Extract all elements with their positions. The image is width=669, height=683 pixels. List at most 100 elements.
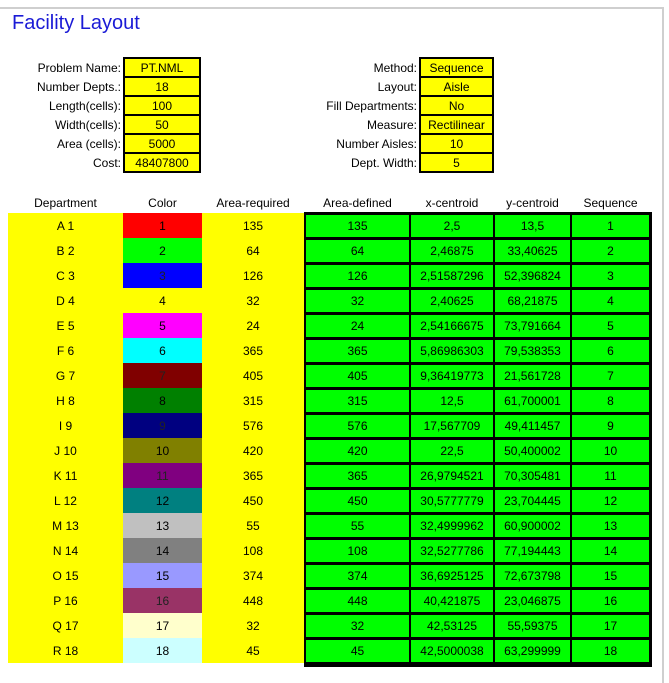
department-cell[interactable]: L 12	[8, 488, 123, 513]
sequence-cell[interactable]: 6	[572, 340, 649, 362]
department-cell[interactable]: J 10	[8, 438, 123, 463]
area-required-cell[interactable]: 55	[202, 513, 304, 538]
department-cell[interactable]: P 16	[8, 588, 123, 613]
area-defined-cell[interactable]: 135	[306, 215, 409, 237]
x-centroid-cell[interactable]: 42,5000038	[411, 640, 493, 662]
area-required-cell[interactable]: 420	[202, 438, 304, 463]
color-cell[interactable]: 13	[123, 513, 202, 538]
x-centroid-cell[interactable]: 5,86986303	[411, 340, 493, 362]
x-centroid-cell[interactable]: 32,4999962	[411, 515, 493, 537]
x-centroid-cell[interactable]: 9,36419773	[411, 365, 493, 387]
area-defined-cell[interactable]: 405	[306, 365, 409, 387]
area-defined-cell[interactable]: 32	[306, 290, 409, 312]
y-centroid-cell[interactable]: 60,900002	[495, 515, 570, 537]
sequence-cell[interactable]: 18	[572, 640, 649, 662]
y-centroid-cell[interactable]: 61,700001	[495, 390, 570, 412]
color-cell[interactable]: 3	[123, 263, 202, 288]
x-centroid-cell[interactable]: 40,421875	[411, 590, 493, 612]
y-centroid-cell[interactable]: 70,305481	[495, 465, 570, 487]
area-defined-cell[interactable]: 126	[306, 265, 409, 287]
y-centroid-cell[interactable]: 33,40625	[495, 240, 570, 262]
number-depts-input[interactable]: 18	[125, 78, 199, 95]
sequence-cell[interactable]: 14	[572, 540, 649, 562]
y-centroid-cell[interactable]: 77,194443	[495, 540, 570, 562]
area-defined-cell[interactable]: 315	[306, 390, 409, 412]
x-centroid-cell[interactable]: 2,54166675	[411, 315, 493, 337]
y-centroid-cell[interactable]: 55,59375	[495, 615, 570, 637]
color-cell[interactable]: 1	[123, 213, 202, 238]
area-defined-cell[interactable]: 55	[306, 515, 409, 537]
color-cell[interactable]: 11	[123, 463, 202, 488]
sequence-cell[interactable]: 1	[572, 215, 649, 237]
color-cell[interactable]: 18	[123, 638, 202, 663]
x-centroid-cell[interactable]: 42,53125	[411, 615, 493, 637]
area-defined-cell[interactable]: 108	[306, 540, 409, 562]
color-cell[interactable]: 6	[123, 338, 202, 363]
sequence-cell[interactable]: 8	[572, 390, 649, 412]
department-cell[interactable]: D 4	[8, 288, 123, 313]
area-input[interactable]: 5000	[125, 135, 199, 152]
color-cell[interactable]: 17	[123, 613, 202, 638]
area-defined-cell[interactable]: 32	[306, 615, 409, 637]
fill-departments-input[interactable]: No	[421, 97, 492, 114]
area-required-cell[interactable]: 365	[202, 338, 304, 363]
width-input[interactable]: 50	[125, 116, 199, 133]
method-input[interactable]: Sequence	[421, 59, 492, 76]
sequence-cell[interactable]: 4	[572, 290, 649, 312]
area-required-cell[interactable]: 365	[202, 463, 304, 488]
y-centroid-cell[interactable]: 49,411457	[495, 415, 570, 437]
sequence-cell[interactable]: 17	[572, 615, 649, 637]
area-defined-cell[interactable]: 365	[306, 465, 409, 487]
color-cell[interactable]: 12	[123, 488, 202, 513]
problem-name-input[interactable]: PT.NML	[125, 59, 199, 76]
area-defined-cell[interactable]: 448	[306, 590, 409, 612]
number-aisles-input[interactable]: 10	[421, 135, 492, 152]
area-required-cell[interactable]: 32	[202, 288, 304, 313]
y-centroid-cell[interactable]: 52,396824	[495, 265, 570, 287]
color-cell[interactable]: 14	[123, 538, 202, 563]
y-centroid-cell[interactable]: 79,538353	[495, 340, 570, 362]
area-required-cell[interactable]: 405	[202, 363, 304, 388]
department-cell[interactable]: Q 17	[8, 613, 123, 638]
sequence-cell[interactable]: 15	[572, 565, 649, 587]
department-cell[interactable]: A 1	[8, 213, 123, 238]
sequence-cell[interactable]: 5	[572, 315, 649, 337]
area-required-cell[interactable]: 108	[202, 538, 304, 563]
area-required-cell[interactable]: 24	[202, 313, 304, 338]
sequence-cell[interactable]: 2	[572, 240, 649, 262]
sequence-cell[interactable]: 11	[572, 465, 649, 487]
area-defined-cell[interactable]: 64	[306, 240, 409, 262]
y-centroid-cell[interactable]: 72,673798	[495, 565, 570, 587]
area-required-cell[interactable]: 45	[202, 638, 304, 663]
y-centroid-cell[interactable]: 63,299999	[495, 640, 570, 662]
area-defined-cell[interactable]: 576	[306, 415, 409, 437]
x-centroid-cell[interactable]: 2,51587296	[411, 265, 493, 287]
sequence-cell[interactable]: 16	[572, 590, 649, 612]
sequence-cell[interactable]: 10	[572, 440, 649, 462]
area-required-cell[interactable]: 315	[202, 388, 304, 413]
area-required-cell[interactable]: 32	[202, 613, 304, 638]
department-cell[interactable]: N 14	[8, 538, 123, 563]
x-centroid-cell[interactable]: 2,46875	[411, 240, 493, 262]
x-centroid-cell[interactable]: 2,5	[411, 215, 493, 237]
y-centroid-cell[interactable]: 50,400002	[495, 440, 570, 462]
department-cell[interactable]: G 7	[8, 363, 123, 388]
x-centroid-cell[interactable]: 17,567709	[411, 415, 493, 437]
department-cell[interactable]: M 13	[8, 513, 123, 538]
measure-input[interactable]: Rectilinear	[421, 116, 492, 133]
area-required-cell[interactable]: 450	[202, 488, 304, 513]
area-defined-cell[interactable]: 45	[306, 640, 409, 662]
x-centroid-cell[interactable]: 2,40625	[411, 290, 493, 312]
color-cell[interactable]: 5	[123, 313, 202, 338]
y-centroid-cell[interactable]: 73,791664	[495, 315, 570, 337]
color-cell[interactable]: 16	[123, 588, 202, 613]
length-input[interactable]: 100	[125, 97, 199, 114]
x-centroid-cell[interactable]: 12,5	[411, 390, 493, 412]
area-required-cell[interactable]: 135	[202, 213, 304, 238]
department-cell[interactable]: K 11	[8, 463, 123, 488]
sequence-cell[interactable]: 7	[572, 365, 649, 387]
layout-input[interactable]: Aisle	[421, 78, 492, 95]
department-cell[interactable]: E 5	[8, 313, 123, 338]
area-defined-cell[interactable]: 450	[306, 490, 409, 512]
sequence-cell[interactable]: 3	[572, 265, 649, 287]
